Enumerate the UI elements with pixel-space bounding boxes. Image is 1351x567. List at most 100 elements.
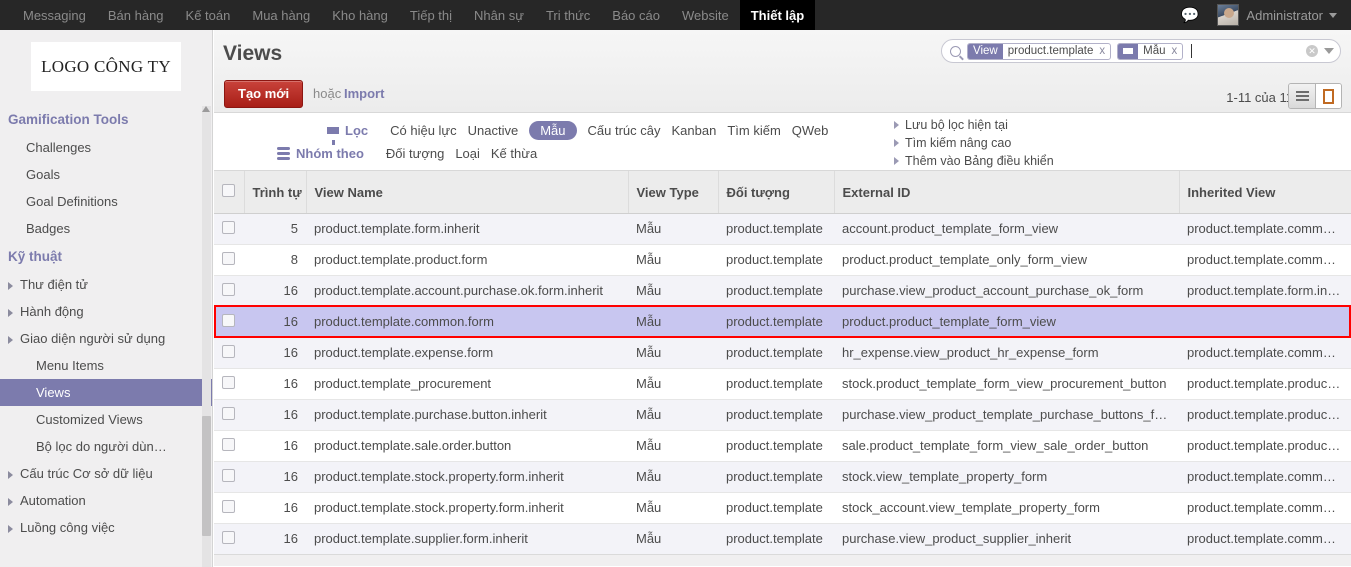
top-menu-item[interactable]: Tri thức xyxy=(535,0,601,30)
cell-inherited-view: product.template.common.form xyxy=(1179,337,1351,369)
filter-option[interactable]: Loại xyxy=(455,146,480,161)
sidebar-item[interactable]: Automation xyxy=(0,487,212,514)
top-menu-item[interactable]: Bán hàng xyxy=(97,0,175,30)
top-menu-item[interactable]: Tiếp thị xyxy=(399,0,463,30)
row-checkbox[interactable] xyxy=(222,251,235,265)
filter-action-link[interactable]: Thêm vào Bảng điều khiển xyxy=(894,154,1054,168)
table-row[interactable]: 16 product.template.stock.property.form.i… xyxy=(214,492,1351,524)
sidebar-scrollbar-thumb[interactable] xyxy=(202,416,211,536)
filter-action-link[interactable]: Lưu bộ lọc hiện tại xyxy=(894,118,1054,132)
table-row[interactable]: 16 product.template.supplier.form.inherit… xyxy=(214,523,1351,555)
chevron-right-icon xyxy=(8,308,13,317)
search-facet-view-remove-icon[interactable]: x xyxy=(1097,44,1110,59)
top-menu-item[interactable]: Kế toán xyxy=(175,0,242,30)
cell-external-id: product.product_template_only_form_view xyxy=(834,244,1179,276)
table-row[interactable]: 16 product.template.sale.order.button Mẫu p… xyxy=(214,430,1351,462)
table-row[interactable]: 5 product.template.form.inherit Mẫu product… xyxy=(214,213,1351,245)
import-link[interactable]: Import xyxy=(344,86,384,101)
table-row[interactable]: 16 product.template.account.purchase.ok.f… xyxy=(214,275,1351,307)
table-row[interactable]: 16 product.template.stock.property.form.i… xyxy=(214,461,1351,493)
cell-inherited-view: product.template.product.form xyxy=(1179,368,1351,400)
table-row[interactable]: 16 product.template.common.form Mẫu product… xyxy=(214,306,1351,338)
sidebar-item[interactable]: Goals xyxy=(0,161,212,188)
sidebar-item[interactable]: Cấu trúc Cơ sở dữ liệu xyxy=(0,460,212,487)
column-header-view-name[interactable]: View Name xyxy=(306,171,629,214)
search-facet-filter-remove-icon[interactable]: x xyxy=(1170,44,1183,59)
column-header-inherited-view[interactable]: Inherited View xyxy=(1179,171,1351,214)
top-menu-item[interactable]: Thiết lập xyxy=(739,0,816,30)
table-row[interactable]: 16 product.template.expense.form Mẫu produc… xyxy=(214,337,1351,369)
top-menu-item[interactable]: Messaging xyxy=(12,0,97,30)
column-header-view-type[interactable]: View Type xyxy=(628,171,719,214)
column-header-sequence[interactable]: Trình tự xyxy=(244,171,307,214)
sidebar-item[interactable]: Menu Items xyxy=(0,352,212,379)
row-checkbox[interactable] xyxy=(222,313,235,327)
sidebar-item[interactable]: Hành động xyxy=(0,298,212,325)
sidebar-item[interactable]: Views xyxy=(0,379,212,406)
search-bar[interactable]: View product.template x Mẫu x ✕ xyxy=(941,39,1341,63)
sidebar-scrollbar[interactable] xyxy=(202,106,211,567)
row-checkbox[interactable] xyxy=(222,499,235,513)
cell-inherited-view: product.template.product.form xyxy=(1179,430,1351,462)
filter-menu-button[interactable]: Lọc xyxy=(327,123,368,145)
filter-panel: Lọc Có hiệu lực Unactive Mẫu Cấu trúc cây Ka… xyxy=(214,113,1351,171)
row-checkbox[interactable] xyxy=(222,437,235,451)
groupby-menu-button[interactable]: Nhóm theo xyxy=(277,146,364,161)
filter-option[interactable]: Unactive xyxy=(468,123,519,138)
column-header-external-id[interactable]: External ID xyxy=(834,171,1180,214)
top-menu-item[interactable]: Nhân sự xyxy=(463,0,535,30)
filter-option[interactable]: Đối tượng xyxy=(386,146,444,161)
filter-option[interactable]: Kanban xyxy=(672,123,717,138)
row-checkbox[interactable] xyxy=(222,530,235,544)
row-checkbox[interactable] xyxy=(222,406,235,420)
top-menu-item[interactable]: Mua hàng xyxy=(241,0,321,30)
form-view-icon[interactable] xyxy=(1315,84,1341,108)
filter-option[interactable]: Tìm kiếm xyxy=(727,123,780,138)
sidebar-item[interactable]: Customized Views xyxy=(0,406,212,433)
sidebar-item[interactable]: Luồng công việc xyxy=(0,514,212,541)
list-view-icon[interactable] xyxy=(1289,84,1315,108)
filter-option[interactable]: QWeb xyxy=(792,123,829,138)
sidebar-item[interactable]: Goal Definitions xyxy=(0,188,212,215)
row-checkbox-cell xyxy=(214,430,244,462)
funnel-icon xyxy=(327,127,339,145)
table-row[interactable]: 8 product.template.product.form Mẫu product… xyxy=(214,244,1351,276)
table-row[interactable]: 16 product.template.purchase.button.inher… xyxy=(214,399,1351,431)
filter-option[interactable]: Kế thừa xyxy=(491,146,537,161)
row-checkbox-cell xyxy=(214,337,244,369)
table-row[interactable]: 16 product.template_procurement Mẫu product… xyxy=(214,368,1351,400)
row-checkbox[interactable] xyxy=(222,344,235,358)
sidebar-item[interactable]: Challenges xyxy=(0,134,212,161)
chevron-down-icon[interactable] xyxy=(1324,48,1334,54)
cell-view-type: Mẫu xyxy=(628,430,718,462)
clear-circle-icon[interactable]: ✕ xyxy=(1306,45,1318,57)
chevron-right-icon xyxy=(8,335,13,344)
top-menu-item[interactable]: Website xyxy=(671,0,740,30)
sidebar-item[interactable]: Badges xyxy=(0,215,212,242)
user-name[interactable]: Administrator xyxy=(1246,8,1323,23)
sidebar-item[interactable]: Bộ lọc do người dùn… xyxy=(0,433,212,460)
column-header-object[interactable]: Đối tượng xyxy=(718,171,835,214)
sidebar-item[interactable]: Thư điện tử xyxy=(0,271,212,298)
filter-option[interactable]: Mẫu xyxy=(529,121,577,140)
filter-option[interactable]: Cấu trúc cây xyxy=(588,123,661,138)
row-checkbox[interactable] xyxy=(222,468,235,482)
search-facet-filter[interactable]: Mẫu x xyxy=(1117,42,1184,60)
row-checkbox[interactable] xyxy=(222,220,235,234)
search-facet-view[interactable]: View product.template x xyxy=(967,42,1112,60)
top-menu-item[interactable]: Kho hàng xyxy=(321,0,399,30)
search-input[interactable] xyxy=(1191,44,1193,58)
select-all-checkbox[interactable] xyxy=(222,184,235,198)
scroll-up-icon[interactable] xyxy=(202,106,210,112)
filter-option[interactable]: Có hiệu lực xyxy=(390,123,457,138)
cell-view-name: product.template.purchase.button.inherit xyxy=(306,399,628,431)
sidebar-item[interactable]: Giao diện người sử dụng xyxy=(0,325,212,352)
create-button[interactable]: Tạo mới xyxy=(224,80,304,108)
filter-action-link[interactable]: Tìm kiếm nâng cao xyxy=(894,136,1054,150)
avatar[interactable] xyxy=(1217,4,1240,26)
top-menu-item[interactable]: Báo cáo xyxy=(601,0,671,30)
row-checkbox[interactable] xyxy=(222,282,235,296)
chevron-down-icon[interactable] xyxy=(1329,12,1337,18)
row-checkbox[interactable] xyxy=(222,375,235,389)
chat-bubble-icon[interactable]: 💬 xyxy=(1181,6,1200,24)
